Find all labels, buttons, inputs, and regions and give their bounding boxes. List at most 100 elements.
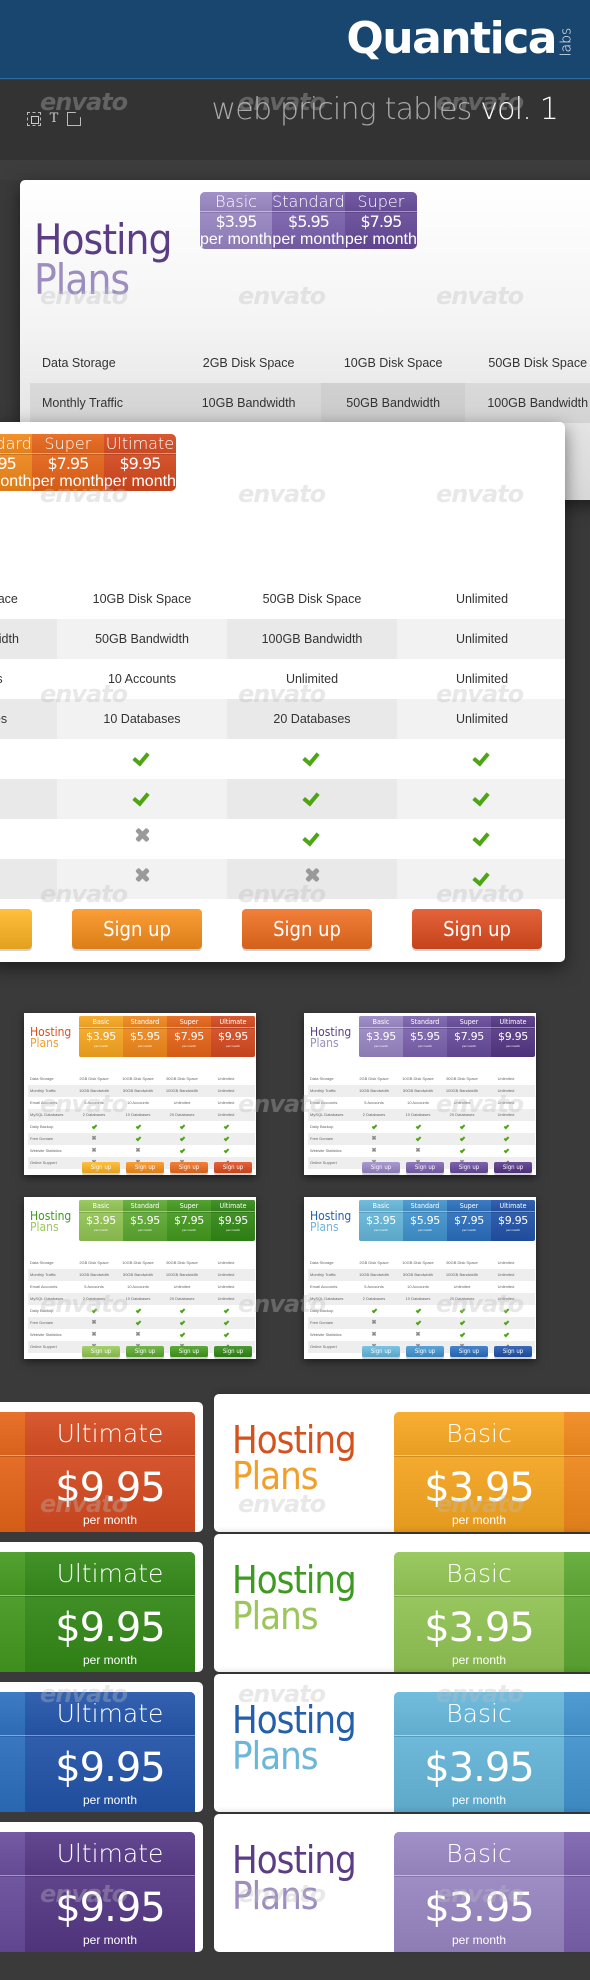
check-icon [179,1307,185,1314]
hosting-plans-title: Hosting Plans [34,219,172,301]
signup-button[interactable]: Sign up [412,909,542,949]
feature-row: MySQL Databases 2 Databases 10 Databases 20… [308,1293,535,1305]
plan-name: Ultimate [25,1412,195,1456]
feature-label: Website Statistics [310,1332,342,1337]
title-line-2: Plans [232,1874,319,1919]
plan-name: Standard [272,192,345,212]
feature-value: 50GB Bandwidth [122,1088,154,1093]
signup-button[interactable]: Sign up [126,1162,164,1173]
hosting-plans-title: Hosting Plans [232,1838,357,1919]
signup-button[interactable]: Sign up [170,1162,208,1173]
feature-label: Online Support [30,1344,57,1349]
feature-label: MySQL Databases [310,1112,344,1117]
check-icon [91,1307,97,1314]
plan-super: Super$7.95per month [167,1016,211,1057]
feature-excluded: ✖ [72,1317,116,1329]
feature-value: Unlimited [497,1112,515,1117]
strip-purple-basic: HostingPlansBasic$3.95per monthStandard$… [214,1814,590,1952]
feature-included [484,1121,528,1133]
plan-name: Standard [0,434,32,454]
plan-name: Standard [564,1692,590,1736]
check-icon [223,1319,229,1326]
feature-value: 50GB Bandwidth [402,1088,434,1093]
plan-super: Super$7.95per month [31,434,104,491]
signup-button[interactable]: Sign up [362,1162,400,1173]
signup-button[interactable]: Sign up [450,1346,488,1357]
check-icon [179,1135,185,1142]
feature-value: 50GB Bandwidth [57,619,227,659]
feature-value: 20 Databases [227,699,397,739]
feature-value: 10 Databases [405,1112,431,1117]
plan-name: Ultimate [25,1832,195,1876]
feature-label: Monthly Traffic [30,1272,56,1277]
signup-button[interactable]: Sign up [494,1162,532,1173]
feature-value: Unlimited [397,699,565,739]
plan-header: Basic$3.95per monthStandard$5.95per mont… [394,1412,590,1532]
feature-included [160,1329,204,1341]
signup-button[interactable]: Sign up [214,1346,252,1357]
feature-row: Data Storage 2GB Disk Space 10GB Disk Spac… [308,1257,535,1269]
signup-button[interactable]: Sign up [0,909,32,949]
signup-button[interactable]: Sign up [72,909,202,949]
signup-button[interactable]: Sign up [170,1346,208,1357]
check-icon [459,1123,465,1130]
feature-included [440,1145,484,1157]
feature-included [396,1133,440,1145]
feature-value: 50GB Disk Space [262,592,362,606]
signup-button[interactable]: Sign up [82,1162,120,1173]
check-icon [135,1307,141,1314]
subtitle-bar-strip [0,160,590,180]
signup-button[interactable]: Sign up [406,1346,444,1357]
plan-header: Basic$3.95per monthStandard$5.95per mont… [394,1692,590,1812]
plan-price: $7.95 [0,1736,25,1792]
check-icon [179,1331,185,1338]
plan-ultimate: Ultimate $9.95 per month [25,1692,195,1812]
feature-value: Unlimited [455,672,509,686]
plan-period: per month [94,1228,108,1232]
feature-value: Unlimited [497,1076,515,1081]
signup-button[interactable]: Sign up [450,1162,488,1173]
feature-included [397,739,565,779]
feature-label: Free Domain [310,1320,334,1325]
feature-label: Data Storage [42,356,116,370]
brand-sub: labs [558,27,575,57]
plan-basic: Basic $3.95 per month [79,1016,123,1057]
feature-value: 10 Databases [57,699,227,739]
feature-value: 10GB Disk Space [122,1260,154,1265]
feature-included [72,1305,116,1317]
signup-button[interactable]: Sign up [242,909,372,949]
feature-label: MySQL Databases [30,1296,64,1301]
plan-price: $3.95 [366,1030,396,1043]
check-icon [415,1307,421,1314]
title-line-1: Hosting [232,1838,357,1882]
feature-value: 2GB Disk Space [0,592,18,606]
feature-included [352,1121,396,1133]
plan-period: per month [138,1228,152,1232]
feature-value: 5 Accounts [84,1100,104,1105]
feature-label: Daily Backup [310,1308,334,1313]
feature-value: Unlimited [217,1284,235,1289]
feature-included [352,1305,396,1317]
feature-value: Unlimited [453,1284,471,1289]
feature-row: Free Domain ✖ [28,1133,255,1145]
plan-basic: Basic $3.95 per month [394,1552,564,1672]
plan-ultimate: Ultimate $9.95 per month [211,1016,255,1057]
feature-row: Data Storage 2GB Disk Space 10GB Disk Spac… [30,343,590,383]
plan-period: per month [462,1228,476,1232]
plan-name: Super [0,1552,25,1596]
signup-button[interactable]: Sign up [362,1346,400,1357]
feature-label: Email Accounts [30,1100,58,1105]
cross-icon: ✖ [371,1148,377,1154]
check-icon [503,1307,509,1314]
feature-value: 100GB Bandwidth [445,1088,479,1093]
signup-button[interactable]: Sign up [406,1162,444,1173]
signup-button[interactable]: Sign up [214,1162,252,1173]
feature-value: Unlimited [497,1088,515,1093]
plan-price: $9.95 [55,1745,166,1791]
signup-button[interactable]: Sign up [82,1346,120,1357]
signup-button[interactable]: Sign up [126,1346,164,1357]
plan-ultimate: Ultimate $9.95 per month [25,1552,195,1672]
signup-button[interactable]: Sign up [494,1346,532,1357]
feature-row: Daily Backup [308,1305,535,1317]
plan-name: Ultimate [491,1200,535,1212]
